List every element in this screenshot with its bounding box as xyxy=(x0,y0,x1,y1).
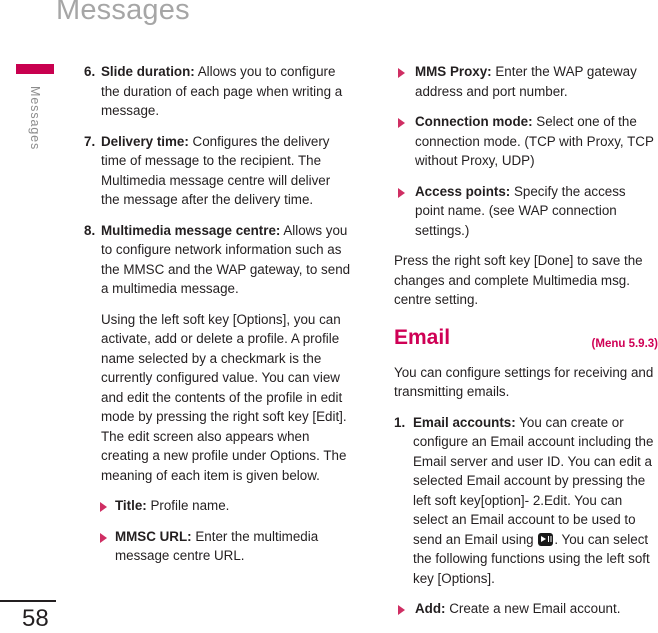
list-item-number: 6. xyxy=(84,64,96,79)
footer-divider xyxy=(0,600,56,602)
list-item-term: Slide duration: xyxy=(101,64,195,79)
bullet-item: Connection mode: Select one of the conne… xyxy=(394,112,658,171)
paragraph: Press the right soft key [Done] to save … xyxy=(394,253,643,307)
bullet-item: MMS Proxy: Enter the WAP gateway address… xyxy=(394,62,658,101)
triangle-bullet-icon xyxy=(398,118,405,128)
bullet-item-term: Add: xyxy=(415,601,446,616)
bullet-item-term: MMSC URL: xyxy=(115,528,192,544)
list-item: 7. Delivery time: Configures the delivery… xyxy=(84,132,352,210)
page-number: 58 xyxy=(22,605,49,632)
list-item: 1. Email accounts: You can create or conf… xyxy=(394,413,658,589)
running-head-title: Messages xyxy=(56,0,190,26)
section-intro-paragraph: You can configure settings for receiving… xyxy=(394,364,654,400)
list-item-number: 8. xyxy=(84,222,96,238)
bullet-item-term: Title: xyxy=(115,498,147,513)
triangle-bullet-icon xyxy=(398,187,405,198)
list-item-term: Email accounts: xyxy=(413,414,516,430)
side-tab-color-bar xyxy=(16,64,54,74)
list-item: 8. Multimedia message centre: Allows you … xyxy=(84,221,352,299)
triangle-bullet-icon xyxy=(100,502,107,512)
side-tab: Messages xyxy=(16,64,54,150)
left-column: 6. Slide duration: Allows you to configur… xyxy=(84,62,352,577)
section-header: Email (Menu 5.9.3) xyxy=(394,326,658,354)
bullet-item-term: Connection mode: xyxy=(415,114,533,129)
bullet-item-text: Create a new Email account. xyxy=(445,601,621,616)
bullet-item-text: Profile name. xyxy=(146,498,230,513)
triangle-bullet-icon xyxy=(398,605,405,615)
ok-key-icon xyxy=(538,532,554,546)
list-item-number: 7. xyxy=(84,133,96,149)
list-item: 6. Slide duration: Allows you to configur… xyxy=(84,62,352,121)
list-item-term: Delivery time: xyxy=(101,133,189,149)
triangle-bullet-icon xyxy=(100,532,107,543)
bullet-item: Add: Create a new Email account. xyxy=(394,599,658,619)
list-item-term: Multimedia message centre: xyxy=(101,222,281,238)
list-item-text-before-icon: You can create or configure an Email acc… xyxy=(413,414,654,547)
side-tab-label: Messages xyxy=(28,86,42,151)
bullet-item: Access points: Specify the access point … xyxy=(394,182,658,241)
bullet-item: Title: Profile name. xyxy=(84,496,352,516)
right-column: MMS Proxy: Enter the WAP gateway address… xyxy=(394,62,658,630)
triangle-bullet-icon xyxy=(398,68,405,78)
list-item-number: 1. xyxy=(394,414,406,430)
bullet-item: MMSC URL: Enter the multimedia message c… xyxy=(84,527,352,566)
section-menu-reference: (Menu 5.9.3) xyxy=(591,337,658,350)
bullet-item-term: MMS Proxy: xyxy=(415,64,492,79)
bullet-item-term: Access points: xyxy=(415,183,511,199)
paragraph: Using the left soft key [Options], you c… xyxy=(101,311,347,483)
